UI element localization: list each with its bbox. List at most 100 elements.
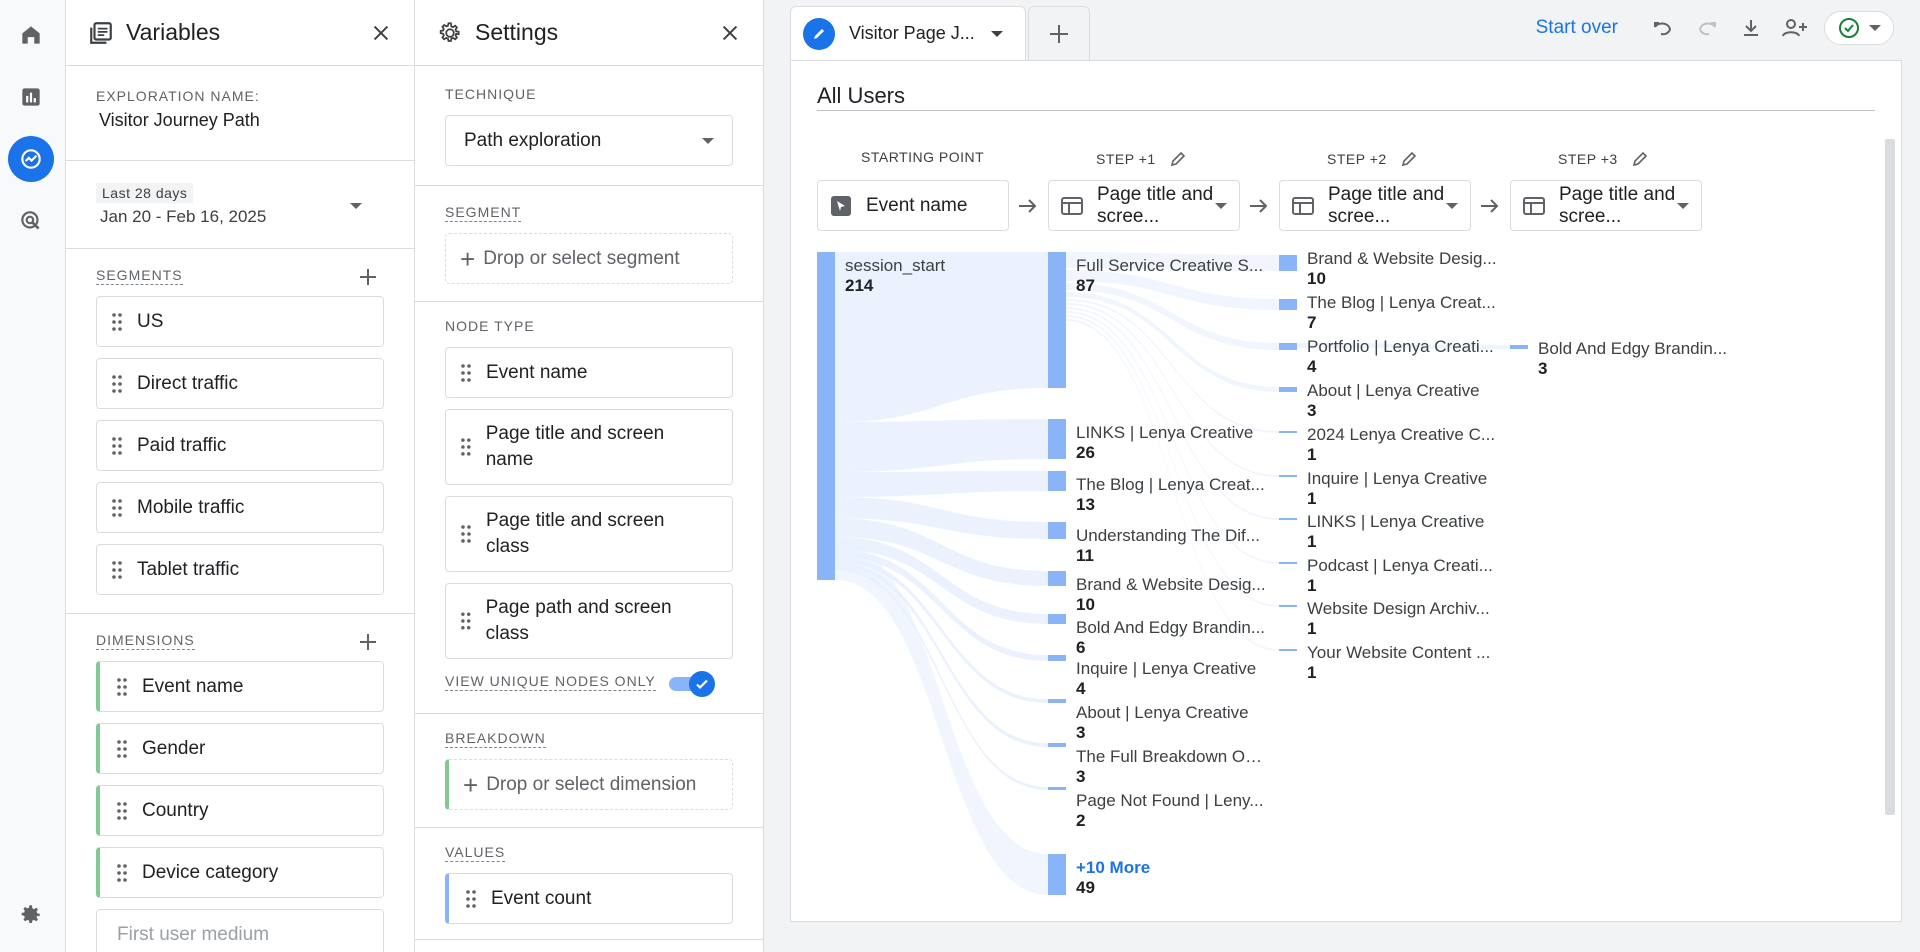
step2-node-bar[interactable] xyxy=(1279,431,1297,433)
undo-icon[interactable] xyxy=(1648,13,1678,43)
node-label[interactable]: Inquire | Lenya Creative xyxy=(1307,469,1487,489)
node-label[interactable]: Your Website Content ... xyxy=(1307,643,1490,663)
step1-node-bar[interactable] xyxy=(1048,787,1066,790)
add-tab-button[interactable] xyxy=(1028,6,1090,60)
node-label[interactable]: 2024 Lenya Creative C... xyxy=(1307,425,1495,445)
step2-node-bar[interactable] xyxy=(1279,518,1297,520)
step1-node-bar[interactable] xyxy=(1048,743,1066,747)
node-label[interactable]: About | Lenya Creative xyxy=(1076,703,1249,723)
close-icon xyxy=(722,25,738,41)
explore-icon[interactable] xyxy=(8,136,54,182)
node-label[interactable]: Full Service Creative S... xyxy=(1076,256,1263,276)
gear-icon[interactable] xyxy=(8,892,54,938)
breakdown-dropzone[interactable]: + Drop or select dimension xyxy=(445,759,733,810)
step1-node-bar[interactable] xyxy=(1048,699,1066,703)
node-value: 214 xyxy=(845,276,874,295)
start-over-button[interactable]: Start over xyxy=(1536,17,1618,39)
step1-more-bar[interactable] xyxy=(1048,854,1066,895)
step1-node-bar[interactable] xyxy=(1048,571,1066,586)
values-section: VALUES Event count xyxy=(415,828,763,940)
dimension-chip[interactable]: Device category xyxy=(96,847,384,898)
dimension-chip[interactable]: Event name xyxy=(96,661,384,712)
node-type-chip[interactable]: Page title and screen name xyxy=(445,409,733,485)
node-label[interactable]: Brand & Website Desig... xyxy=(1076,575,1266,595)
technique-section: TECHNIQUE Path exploration xyxy=(415,66,763,186)
canvas-scrollbar[interactable] xyxy=(1885,139,1895,815)
node-value: 4 xyxy=(1307,357,1317,376)
redo-icon[interactable] xyxy=(1692,13,1722,43)
chevron-down-icon[interactable] xyxy=(990,30,1003,37)
tab-visitor-page[interactable]: Visitor Page J... xyxy=(790,6,1026,60)
home-icon[interactable] xyxy=(8,12,54,58)
step1-node-bar[interactable] xyxy=(1048,655,1066,661)
segment-chip[interactable]: Paid traffic xyxy=(96,420,384,471)
date-dropdown-caret-icon[interactable] xyxy=(350,203,362,209)
node-label[interactable]: Website Design Archiv... xyxy=(1307,599,1490,619)
start-node-bar[interactable] xyxy=(817,252,835,580)
node-type-chip[interactable]: Page path and screen class xyxy=(445,583,733,659)
segment-label: SEGMENT xyxy=(445,204,522,222)
node-type-chip[interactable]: Page title and screen class xyxy=(445,496,733,572)
step2-node-bar[interactable] xyxy=(1279,475,1297,477)
technique-select[interactable]: Path exploration xyxy=(445,115,733,166)
node-label[interactable]: Portfolio | Lenya Creati... xyxy=(1307,337,1494,357)
node-label[interactable]: About | Lenya Creative xyxy=(1307,381,1480,401)
step2-node-bar[interactable] xyxy=(1279,605,1297,607)
node-label[interactable]: The Full Breakdown Of ... xyxy=(1076,747,1266,767)
drag-handle-icon xyxy=(117,677,127,696)
dimension-chip[interactable]: Gender xyxy=(96,723,384,774)
step1-node-bar[interactable] xyxy=(1048,419,1066,459)
share-user-icon[interactable] xyxy=(1780,13,1810,43)
segment-chip[interactable]: US xyxy=(96,296,384,347)
dimension-placeholder-chip[interactable]: First user medium xyxy=(96,909,384,952)
node-type-chip[interactable]: Event name xyxy=(445,347,733,398)
segment-chip[interactable]: Mobile traffic xyxy=(96,482,384,533)
node-label[interactable]: LINKS | Lenya Creative xyxy=(1076,423,1253,443)
show-more-link[interactable]: +10 More xyxy=(1076,858,1150,878)
node-label[interactable]: The Blog | Lenya Creat... xyxy=(1076,475,1265,495)
segment-chip[interactable]: Tablet traffic xyxy=(96,544,384,595)
segment-dropzone[interactable]: + Drop or select segment xyxy=(445,233,733,284)
step2-node-bar[interactable] xyxy=(1279,387,1297,392)
exploration-name-input[interactable]: Visitor Journey Path xyxy=(99,110,384,131)
add-dimension-button[interactable] xyxy=(356,630,380,654)
canvas-toolbar: Start over xyxy=(1536,8,1894,48)
node-label[interactable]: Brand & Website Desig... xyxy=(1307,249,1497,269)
step1-node-bar[interactable] xyxy=(1048,522,1066,539)
node-label[interactable]: Bold And Edgy Brandin... xyxy=(1538,339,1727,359)
node-label[interactable]: The Blog | Lenya Creat... xyxy=(1307,293,1496,313)
step2-node-bar[interactable] xyxy=(1279,299,1297,310)
node-value: 1 xyxy=(1307,532,1317,551)
variables-panel: Variables EXPLORATION NAME: Visitor Jour… xyxy=(66,0,415,952)
date-range-section[interactable]: Last 28 days Jan 20 - Feb 16, 2025 xyxy=(66,161,414,249)
add-segment-button[interactable] xyxy=(356,265,380,289)
node-label[interactable]: Podcast | Lenya Creati... xyxy=(1307,556,1493,576)
download-icon[interactable] xyxy=(1736,13,1766,43)
step1-node-bar[interactable] xyxy=(1048,614,1066,624)
step2-node-bar[interactable] xyxy=(1279,343,1297,350)
step2-node-bar[interactable] xyxy=(1279,649,1297,651)
step2-node-bar[interactable] xyxy=(1279,255,1297,271)
step2-node-bar[interactable] xyxy=(1279,562,1297,564)
exploration-canvas-area: Visitor Page J... Start over All Users S… xyxy=(764,0,1920,952)
step3-node-bar[interactable] xyxy=(1510,345,1528,349)
flow-band xyxy=(835,567,1048,790)
node-label[interactable]: Bold And Edgy Brandin... xyxy=(1076,618,1265,638)
advertising-icon[interactable] xyxy=(8,198,54,244)
node-label[interactable]: LINKS | Lenya Creative xyxy=(1307,512,1484,532)
values-chip[interactable]: Event count xyxy=(445,873,733,924)
unique-nodes-toggle[interactable] xyxy=(667,671,715,697)
step1-node-bar[interactable] xyxy=(1048,471,1066,491)
close-variables-button[interactable] xyxy=(366,18,396,48)
node-label[interactable]: Page Not Found | Leny... xyxy=(1076,791,1263,811)
node-label[interactable]: Inquire | Lenya Creative xyxy=(1076,659,1256,679)
dimension-chip[interactable]: Country xyxy=(96,785,384,836)
step1-node-bar[interactable] xyxy=(1048,252,1066,388)
flow-band xyxy=(835,540,1048,895)
close-settings-button[interactable] xyxy=(715,18,745,48)
reports-icon[interactable] xyxy=(8,74,54,120)
status-dropdown[interactable] xyxy=(1824,11,1894,45)
node-label[interactable]: session_start xyxy=(845,256,945,276)
node-label[interactable]: Understanding The Dif... xyxy=(1076,526,1260,546)
segment-chip[interactable]: Direct traffic xyxy=(96,358,384,409)
